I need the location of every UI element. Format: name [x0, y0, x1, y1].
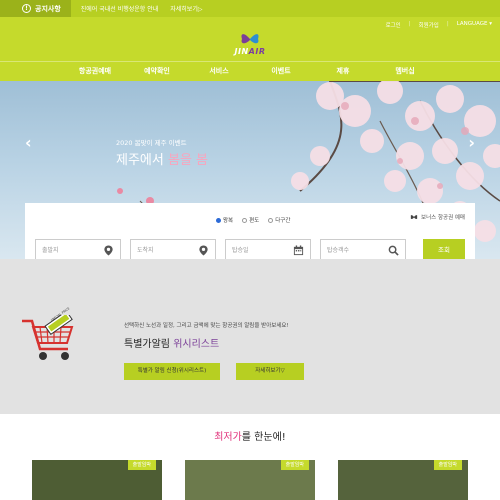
shopping-cart-icon	[22, 315, 74, 360]
fare-card-tag: 출발임박	[280, 460, 309, 470]
butterfly-icon	[241, 34, 259, 44]
radio-checked-icon	[216, 218, 221, 223]
nav-service[interactable]: 서비스	[188, 62, 250, 81]
nav-partnership[interactable]: 제휴	[312, 62, 374, 81]
cheapest-fares-section: 최저가를 한눈에! 출발임박 출발임박 출발임박	[0, 414, 500, 500]
bonus-ticket-label: 보너스 항공권 예매	[421, 215, 465, 221]
next-arrow-icon[interactable]: ›	[468, 133, 475, 152]
wishlist-description: 선택하신 노선과 일정, 그리고 금액에 맞는 항공권의 알림을 받아보세요!	[124, 323, 289, 329]
trip-roundtrip-label: 왕복	[223, 218, 234, 224]
calendar-icon	[293, 245, 304, 256]
bonus-ticket-link[interactable]: 보너스 항공권 예매	[410, 213, 465, 221]
wishlist-section: SPECIAL PRICE 선택하신 노선과 일정, 그리고 금액에 맞는 항공…	[0, 259, 500, 414]
fare-card-tag: 출발임박	[127, 460, 156, 470]
notice-more-link[interactable]: 자세히보기▷	[170, 4, 202, 13]
hero-subtitle: 2020 봄맞이 제주 이벤트	[116, 139, 187, 147]
passengers-placeholder: 탑승객수	[327, 247, 350, 254]
search-icon	[388, 245, 399, 256]
departure-placeholder: 출발지	[42, 247, 59, 254]
trip-oneway-radio[interactable]: 편도	[242, 216, 259, 224]
prev-arrow-icon[interactable]: ‹	[25, 133, 32, 152]
trip-multi-radio[interactable]: 다구간	[268, 216, 290, 224]
cheapest-title-highlight: 최저가	[214, 432, 242, 443]
utility-links: 로그인 | 회원가입 | LANGUAGE ▾	[386, 21, 492, 29]
page: ! 공지사항 진에어 국내선 비행성운항 안내 자세히보기▷ 로그인 | 회원가…	[0, 0, 500, 500]
fare-card[interactable]: 출발임박	[185, 460, 315, 500]
cheapest-title: 최저가를 한눈에!	[0, 428, 500, 443]
trip-multi-label: 다구간	[275, 218, 291, 224]
notice-label: 공지사항	[35, 4, 61, 13]
nav-booking[interactable]: 항공권예매	[64, 62, 126, 81]
location-pin-icon	[199, 245, 208, 256]
logo-wordmark: JINAIR	[228, 47, 272, 56]
divider: |	[408, 21, 411, 27]
fare-card[interactable]: 출발임박	[338, 460, 468, 500]
trip-roundtrip-radio[interactable]: 왕복	[216, 216, 233, 224]
divider: |	[446, 21, 449, 27]
wishlist-title-main: 특별가알림	[124, 339, 174, 350]
notice-badge[interactable]: ! 공지사항	[0, 0, 71, 17]
nav-reservation-check[interactable]: 예약확인	[126, 62, 188, 81]
radio-icon	[268, 218, 274, 223]
main-nav: 항공권예매 예약확인 서비스 이벤트 제휴 멤버십	[0, 61, 500, 81]
language-select[interactable]: LANGUAGE ▾	[457, 21, 492, 29]
notice-bar: ! 공지사항 진에어 국내선 비행성운항 안내 자세히보기▷	[0, 0, 500, 17]
logo[interactable]: JINAIR	[228, 34, 272, 56]
fare-card[interactable]: 출발임박	[32, 460, 162, 500]
nav-membership[interactable]: 멤버십	[374, 62, 436, 81]
wishlist-more-button[interactable]: 자세히보기▽	[236, 363, 304, 380]
trip-oneway-label: 편도	[249, 218, 260, 224]
fare-card-tag: 출발임박	[433, 460, 462, 470]
location-pin-icon	[104, 245, 113, 256]
radio-icon	[242, 218, 248, 223]
notice-text[interactable]: 진에어 국내선 비행성운항 안내	[81, 4, 158, 13]
hero-title-main: 제주에서	[116, 153, 168, 168]
wishlist-title: 특별가알림 위시리스트	[124, 335, 219, 350]
hero-title-highlight: 봄을 봄	[167, 153, 208, 168]
nav-event[interactable]: 이벤트	[250, 62, 312, 81]
wishlist-title-highlight: 위시리스트	[173, 339, 220, 350]
logo-text-air: AIR	[248, 47, 266, 56]
date-placeholder: 탑승일	[232, 247, 249, 254]
butterfly-icon	[410, 215, 418, 219]
cheapest-title-rest: 를 한눈에!	[241, 432, 286, 443]
trip-type-group: 왕복 편도 다구간	[216, 216, 290, 224]
header: 로그인 | 회원가입 | LANGUAGE ▾ JINAIR	[0, 17, 500, 61]
wishlist-apply-button[interactable]: 특별가 알림 신청(위시리스트)	[124, 363, 220, 380]
hero-title: 제주에서 봄을 봄	[116, 149, 208, 168]
logo-text-jin: JIN	[234, 47, 249, 56]
arrival-placeholder: 도착지	[137, 247, 154, 254]
login-link[interactable]: 로그인	[386, 21, 401, 29]
signup-link[interactable]: 회원가입	[419, 21, 439, 29]
info-icon: !	[22, 4, 31, 13]
